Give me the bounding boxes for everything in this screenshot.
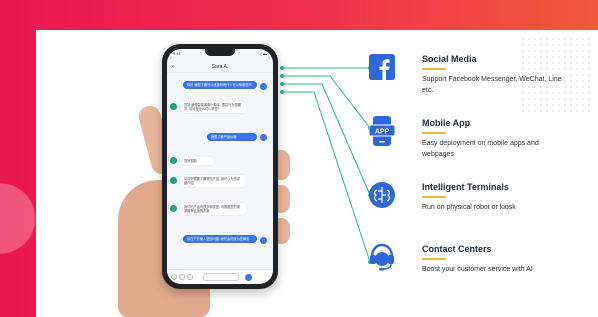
message-bubble: 我们的产品有很多种类型, 可根据您的需求推荐合适的方案 bbox=[180, 203, 246, 215]
title-underline bbox=[422, 132, 446, 134]
bot-avatar bbox=[170, 205, 177, 212]
message-bubble: 您好您能 bbox=[180, 157, 214, 165]
facebook-icon bbox=[368, 52, 396, 82]
message-input[interactable] bbox=[203, 273, 239, 281]
message-row: 我们的产品有很多种类型, 可根据您的需求推荐合适的方案 bbox=[170, 203, 246, 215]
message-row: 请在下方输入您的问题, 我们会尽快为您解答 bbox=[183, 235, 267, 244]
chat-title: Sara A. bbox=[211, 63, 229, 70]
bot-avatar bbox=[170, 157, 177, 164]
channel-description: Support Facebook Messenger, WeChat, Line… bbox=[422, 76, 562, 94]
emoji-icon[interactable] bbox=[179, 274, 185, 280]
chat-header: ‹ Sara A. bbox=[167, 61, 273, 73]
message-bubble: 我想了解产品价格 bbox=[207, 133, 257, 141]
title-underline bbox=[422, 68, 446, 70]
brain-icon bbox=[368, 180, 396, 210]
phone-screen: 9:41 ▬ ‹ Sara A. 你好 我想了解可以优惠吗有什么可以帮助您吗 您… bbox=[167, 49, 273, 284]
message-bubble: 请在下方输入您的问题, 我们会尽快为您解答 bbox=[183, 235, 257, 243]
channel-description: Boost your customer service with AI bbox=[422, 266, 533, 273]
image-icon[interactable] bbox=[187, 274, 193, 280]
message-row: 我想了解产品价格 bbox=[207, 133, 267, 141]
bot-avatar bbox=[170, 177, 177, 184]
headset-icon bbox=[368, 242, 396, 272]
svg-text:APP: APP bbox=[375, 129, 390, 136]
channel-title: Social Media bbox=[422, 54, 477, 64]
channel-description: Run on physical robot or kiosk bbox=[422, 204, 516, 211]
message-bubble: 请问您需要了解哪些产品, 我可以为您详细介绍 bbox=[180, 175, 246, 187]
channel-description: Easy deployment on mobile apps and webpa… bbox=[422, 140, 539, 158]
send-button[interactable] bbox=[245, 273, 252, 281]
message-row: 请问您需要了解哪些产品, 我可以为您详细介绍 bbox=[170, 175, 246, 187]
app-icon: APP bbox=[368, 116, 396, 146]
user-avatar bbox=[260, 134, 267, 141]
channel-title: Contact Centers bbox=[422, 244, 492, 254]
channel-title: Mobile App bbox=[422, 118, 471, 128]
message-bubble: 你好 我想了解可以优惠吗有什么可以帮助您吗 bbox=[183, 81, 257, 89]
chat-thread[interactable]: 你好 我想了解可以优惠吗有什么可以帮助您吗 您好 我是智能客服小助手, 很高兴为… bbox=[167, 73, 273, 244]
chat-input-bar bbox=[167, 269, 273, 284]
message-row: 您好 我是智能客服小助手, 很高兴为您服务, 请问有什么可以帮您? bbox=[170, 101, 246, 113]
message-row: 您好您能 bbox=[170, 157, 214, 165]
bot-avatar bbox=[170, 103, 177, 110]
smartphone: 9:41 ▬ ‹ Sara A. 你好 我想了解可以优惠吗有什么可以帮助您吗 您… bbox=[162, 44, 278, 289]
title-underline bbox=[422, 258, 446, 260]
message-row: 你好 我想了解可以优惠吗有什么可以帮助您吗 bbox=[183, 81, 267, 90]
phone-notch bbox=[205, 49, 235, 56]
user-avatar bbox=[260, 237, 267, 244]
back-arrow-icon[interactable]: ‹ bbox=[172, 64, 174, 70]
title-underline bbox=[422, 196, 446, 198]
status-battery: ▬ bbox=[263, 51, 267, 56]
message-bubble: 您好 我是智能客服小助手, 很高兴为您服务, 请问有什么可以帮您? bbox=[180, 101, 246, 113]
voice-icon[interactable] bbox=[171, 274, 177, 280]
user-avatar bbox=[260, 83, 267, 90]
channel-title: Intelligent Terminals bbox=[422, 182, 509, 192]
status-time: 9:41 bbox=[173, 51, 181, 56]
